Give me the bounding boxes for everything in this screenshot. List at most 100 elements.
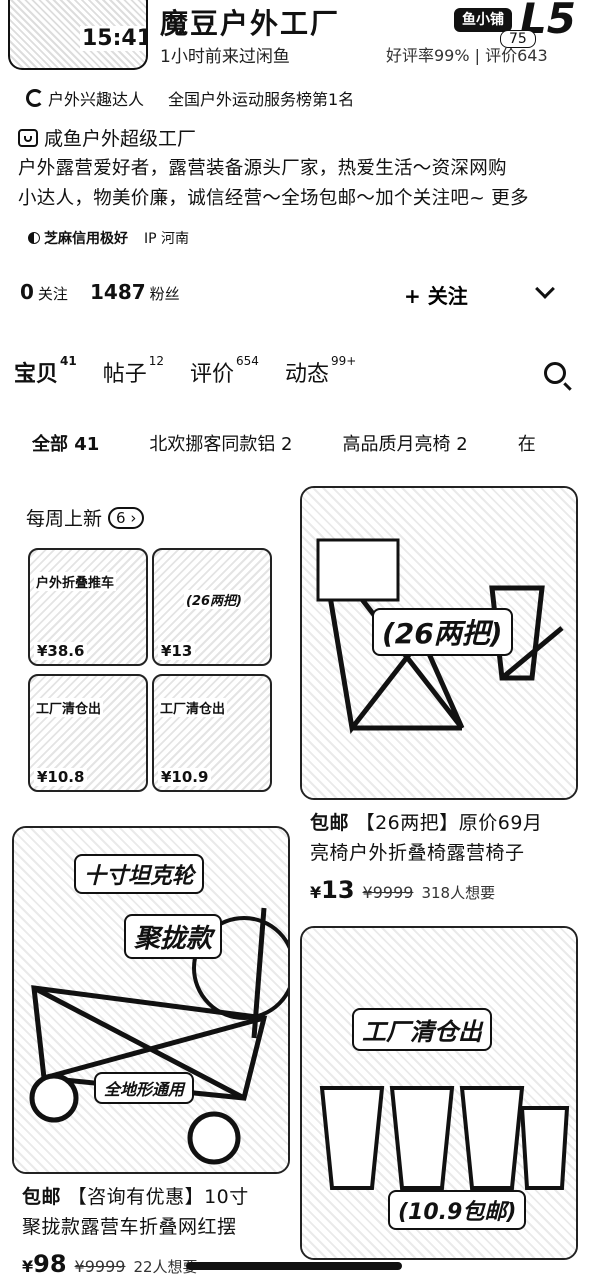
bio-line: 户外露营爱好者，露营装备源头厂家，热爱生活～资深网购 <box>18 158 507 179</box>
product-title[interactable]: 包邮 【咨询有优惠】10寸 聚拢款露营车折叠网红摆 <box>22 1182 292 1242</box>
thumb-banner: 工厂清仓出 <box>158 698 228 717</box>
thumb-price: ¥38.6 <box>34 642 88 660</box>
wants-count: 318人想要 <box>421 884 496 902</box>
tag-row: 户外兴趣达人 全国户外运动服务榜第1名 <box>26 86 354 110</box>
ip-location: IP 河南 <box>144 231 190 247</box>
outdoor-icon <box>26 89 44 107</box>
product-overlay: 聚拢款 <box>124 914 223 959</box>
currency-symbol: ¥ <box>310 883 322 902</box>
chip-category[interactable]: 在 <box>518 430 536 456</box>
weekly-thumb[interactable]: 工厂清仓出 ¥10.8 <box>28 674 148 792</box>
bio-line: 小达人，物美价廉，诚信经营～全场包邮～加个关注吧~ <box>18 188 486 209</box>
thumb-price: ¥13 <box>158 642 196 660</box>
free-shipping-tag: 包邮 <box>22 1186 62 1208</box>
tab-count: 99+ <box>330 354 357 368</box>
status-time: 15:41 <box>80 26 146 51</box>
weekly-count: 6 <box>116 508 126 527</box>
product-image[interactable]: 十寸坦克轮 聚拢款 全地形通用 <box>12 826 290 1174</box>
chip-category[interactable]: 北欢挪客同款铝 2 <box>149 430 292 456</box>
weekly-thumb[interactable]: 户外折叠推车 ¥38.6 <box>28 548 148 666</box>
product-title-line: 亮椅户外折叠椅露营椅子 <box>310 842 525 864</box>
shop-name: 魔豆户外工厂 <box>160 7 341 40</box>
category-chips: 全部 41 北欢挪客同款铝 2 高品质月亮椅 2 在 <box>32 430 590 456</box>
tab-label: 评价 <box>190 362 235 387</box>
tab-label: 宝贝 <box>14 362 59 387</box>
tab-items[interactable]: 宝贝 41 <box>14 354 77 388</box>
tag-label: 户外兴趣达人 <box>48 90 145 109</box>
home-indicator[interactable] <box>186 1262 402 1270</box>
fans-stat[interactable]: 1487 粉丝 <box>90 280 180 304</box>
fans-label: 粉丝 <box>149 285 180 303</box>
shop-header: 15:41 魔豆户外工厂 1小时前来过闲鱼 鱼小铺 L5 好评率99% | 评价… <box>0 0 590 80</box>
follow-row: 0 关注 1487 粉丝 + 关注 <box>18 279 578 310</box>
wagon-illustration <box>29 907 288 1165</box>
product-price-row: ¥13 ¥9999 318人想要 <box>310 876 495 904</box>
original-price: ¥9999 <box>362 883 414 902</box>
weekly-count-pill[interactable]: 6 › <box>108 506 145 529</box>
level-number: 75 <box>500 30 536 48</box>
content-tabs: 宝贝 41 帖子 12 评价 654 动态 99+ <box>14 354 357 388</box>
thumb-banner: (26两把) <box>184 590 244 609</box>
chip-all[interactable]: 全部 41 <box>32 430 99 456</box>
product-overlay: (26两把) <box>372 608 513 656</box>
store-icon <box>18 128 38 147</box>
sesame-credit[interactable]: 芝麻信用极好 <box>28 228 128 248</box>
product-overlay: 工厂清仓出 <box>352 1008 492 1051</box>
thumb-price: ¥10.8 <box>34 768 88 786</box>
weekly-new-card[interactable]: 每周上新 6 › 户外折叠推车 ¥38.6 (26两把) ¥13 工厂清仓出 ¥… <box>14 488 290 798</box>
store-label: 咸鱼户外超级工厂 <box>44 128 197 150</box>
product-title[interactable]: 包邮 【26两把】原价69月 亮椅户外折叠椅露营椅子 <box>310 808 580 868</box>
product-title-line: 【咨询有优惠】10寸 <box>67 1186 249 1208</box>
tab-count: 41 <box>60 354 77 368</box>
last-seen-text: 1小时前来过闲鱼 <box>160 47 290 67</box>
following-stat[interactable]: 0 关注 <box>20 280 68 304</box>
product-overlay: 十寸坦克轮 <box>74 854 205 894</box>
following-label: 关注 <box>37 285 68 303</box>
product-price-row: ¥98 ¥9999 22人想要 <box>22 1250 198 1278</box>
thumb-banner: 工厂清仓出 <box>34 698 104 717</box>
product-overlay: 全地形通用 <box>94 1072 195 1104</box>
tab-posts[interactable]: 帖子 12 <box>102 354 165 388</box>
weekly-title-label: 每周上新 <box>26 508 103 530</box>
free-shipping-tag: 包邮 <box>310 812 350 834</box>
avatar[interactable]: 15:41 <box>8 0 148 70</box>
thumb-banner: 户外折叠推车 <box>34 572 117 591</box>
weekly-thumb[interactable]: (26两把) ¥13 <box>152 548 272 666</box>
tab-count: 654 <box>236 354 259 368</box>
product-price: ¥98 <box>22 1250 67 1278</box>
tab-label: 动态 <box>284 362 329 387</box>
original-price: ¥9999 <box>74 1257 126 1276</box>
product-overlay: (10.9包邮) <box>388 1190 527 1230</box>
tab-count: 12 <box>148 354 165 368</box>
more-link[interactable]: 更多 <box>491 188 529 209</box>
product-image[interactable]: 工厂清仓出 (10.9包邮) <box>300 926 578 1260</box>
product-title-line: 【26两把】原价69月 <box>355 812 543 834</box>
product-price: ¥13 <box>310 876 355 904</box>
follow-button[interactable]: + 关注 <box>404 280 468 309</box>
fans-count: 1487 <box>90 280 146 304</box>
tab-activity[interactable]: 动态 99+ <box>284 354 357 388</box>
tag-ranking[interactable]: 全国户外运动服务榜第1名 <box>168 86 354 110</box>
store-row[interactable]: 咸鱼户外超级工厂 <box>18 124 196 151</box>
shop-badge[interactable]: 鱼小铺 <box>454 8 512 32</box>
product-price-value: 98 <box>33 1250 67 1278</box>
product-price-value: 13 <box>321 876 355 904</box>
thumb-price: ¥10.9 <box>158 768 212 786</box>
chevron-down-icon[interactable] <box>535 279 555 299</box>
sesame-icon <box>28 232 40 244</box>
currency-symbol: ¥ <box>22 1257 34 1276</box>
tab-label: 帖子 <box>102 362 147 387</box>
product-image[interactable]: (26两把) <box>300 486 578 800</box>
shop-bio: 户外露营爱好者，露营装备源头厂家，热爱生活～资深网购 小达人，物美价廉，诚信经营… <box>18 154 578 214</box>
tab-reviews[interactable]: 评价 654 <box>190 354 259 388</box>
weekly-title: 每周上新 6 › <box>26 504 145 531</box>
following-count: 0 <box>20 280 34 304</box>
credit-row: 芝麻信用极好 IP 河南 <box>28 228 189 248</box>
tag-outdoor[interactable]: 户外兴趣达人 <box>26 86 144 110</box>
tag-label: 全国户外运动服务榜第1名 <box>168 90 355 109</box>
product-title-line: 聚拢款露营车折叠网红摆 <box>22 1216 237 1238</box>
weekly-thumb[interactable]: 工厂清仓出 ¥10.9 <box>152 674 272 792</box>
sesame-label: 芝麻信用极好 <box>44 231 128 247</box>
search-icon[interactable] <box>544 362 566 384</box>
chip-category[interactable]: 高品质月亮椅 2 <box>343 430 468 456</box>
